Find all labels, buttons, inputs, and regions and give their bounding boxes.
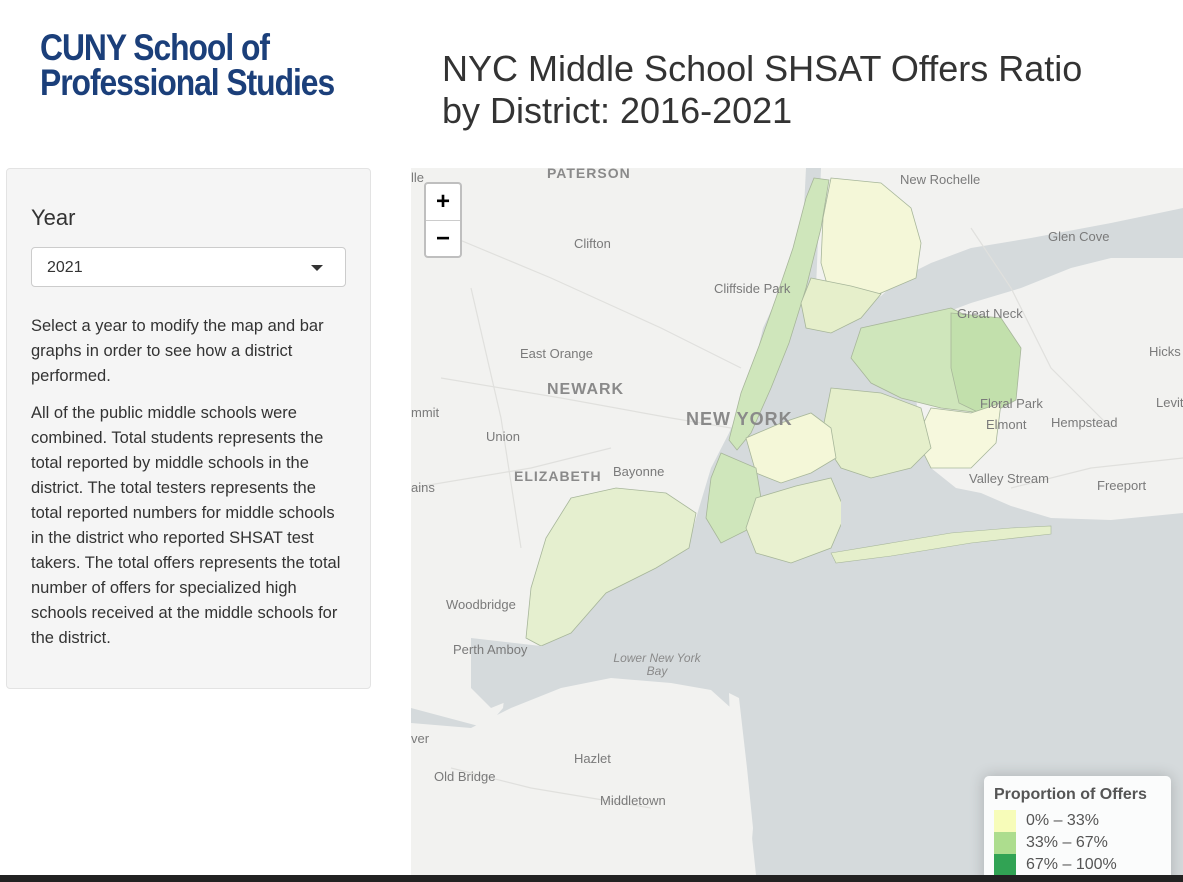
- year-label: Year: [31, 205, 76, 230]
- place-label-cliffside-park: Cliffside Park: [714, 281, 791, 296]
- place-label-lower-ny-bay: Lower New York Bay: [611, 652, 703, 678]
- place-label-elmont: Elmont: [986, 417, 1027, 432]
- cuny-sps-logo: CUNY School of Professional Studies: [40, 27, 335, 103]
- place-label-levit: Levit: [1156, 395, 1183, 410]
- place-label-river: ver: [411, 731, 430, 746]
- place-label-woodbridge: Woodbridge: [446, 597, 516, 612]
- place-label-hempstead: Hempstead: [1051, 415, 1118, 430]
- logo-line-2: Professional Studies: [40, 62, 335, 103]
- caret-down-icon: [311, 265, 323, 271]
- place-label-hazlet: Hazlet: [574, 751, 611, 766]
- year-select[interactable]: 2021: [31, 247, 346, 287]
- place-label-great-neck: Great Neck: [957, 306, 1023, 321]
- place-label-floral-park: Floral Park: [980, 396, 1043, 411]
- legend-item: 33% – 67%: [994, 832, 1161, 854]
- map-basemap: [411, 168, 1183, 875]
- legend-title: Proportion of Offers: [994, 786, 1147, 803]
- zoom-control: + −: [424, 182, 462, 258]
- sidebar-panel: Year 2021 Select a year to modify the ma…: [6, 168, 371, 689]
- place-label-lle: lle: [411, 170, 425, 185]
- place-label-perth-amboy: Perth Amboy: [453, 642, 528, 657]
- legend-label: 0% – 33%: [1026, 812, 1099, 829]
- place-label-east-orange: East Orange: [520, 346, 593, 361]
- place-label-old-bridge: Old Bridge: [434, 769, 496, 784]
- place-label-bayonne: Bayonne: [613, 464, 665, 479]
- help-text-definitions: All of the public middle schools were co…: [31, 404, 341, 647]
- place-label-middletown: Middletown: [600, 793, 666, 808]
- legend-label: 67% – 100%: [1026, 856, 1117, 873]
- place-label-valley-stream: Valley Stream: [969, 471, 1049, 486]
- place-label-paterson: PATERSON: [547, 168, 631, 181]
- page-title-line-2: by District: 2016-2021: [442, 90, 793, 131]
- legend-item: 0% – 33%: [994, 810, 1161, 832]
- page-title: NYC Middle School SHSAT Offers Ratio by …: [442, 48, 1082, 132]
- zoom-out-button[interactable]: −: [426, 221, 460, 257]
- legend-item: 67% – 100%: [994, 854, 1161, 875]
- bottom-edge-bar: [0, 875, 1183, 882]
- map-legend: Proportion of Offers 0% – 33% 33% – 67% …: [984, 776, 1171, 875]
- place-label-hicks: Hicks: [1149, 344, 1181, 359]
- help-text-instructions: Select a year to modify the map and bar …: [31, 317, 324, 385]
- place-label-lower-ny-bay-line2: Bay: [646, 664, 668, 678]
- legend-label: 33% – 67%: [1026, 834, 1108, 851]
- water-jamaica-bay: [841, 486, 946, 540]
- legend-swatch: [994, 832, 1016, 854]
- place-label-freeport: Freeport: [1097, 478, 1147, 493]
- place-label-elizabeth: ELIZABETH: [514, 468, 602, 484]
- place-label-newark: NEWARK: [547, 381, 625, 398]
- place-label-summit: mmit: [411, 405, 440, 420]
- place-label-plains: ains: [411, 480, 435, 495]
- page-title-line-1: NYC Middle School SHSAT Offers Ratio: [442, 48, 1083, 89]
- place-label-union: Union: [486, 429, 520, 444]
- place-label-new-rochelle: New Rochelle: [900, 172, 981, 187]
- place-label-new-york: NEW YORK: [686, 409, 793, 429]
- legend-swatch: [994, 854, 1016, 875]
- district-map[interactable]: lle PATERSON New Rochelle Clifton Glen C…: [411, 168, 1183, 875]
- place-label-glen-cove: Glen Cove: [1048, 229, 1110, 244]
- legend-swatch: [994, 810, 1016, 832]
- district-brooklyn-south: [745, 477, 847, 564]
- place-label-clifton: Clifton: [574, 236, 611, 251]
- year-select-value: 2021: [47, 259, 83, 276]
- zoom-in-button[interactable]: +: [426, 184, 460, 221]
- logo-line-1: CUNY School of: [40, 27, 270, 68]
